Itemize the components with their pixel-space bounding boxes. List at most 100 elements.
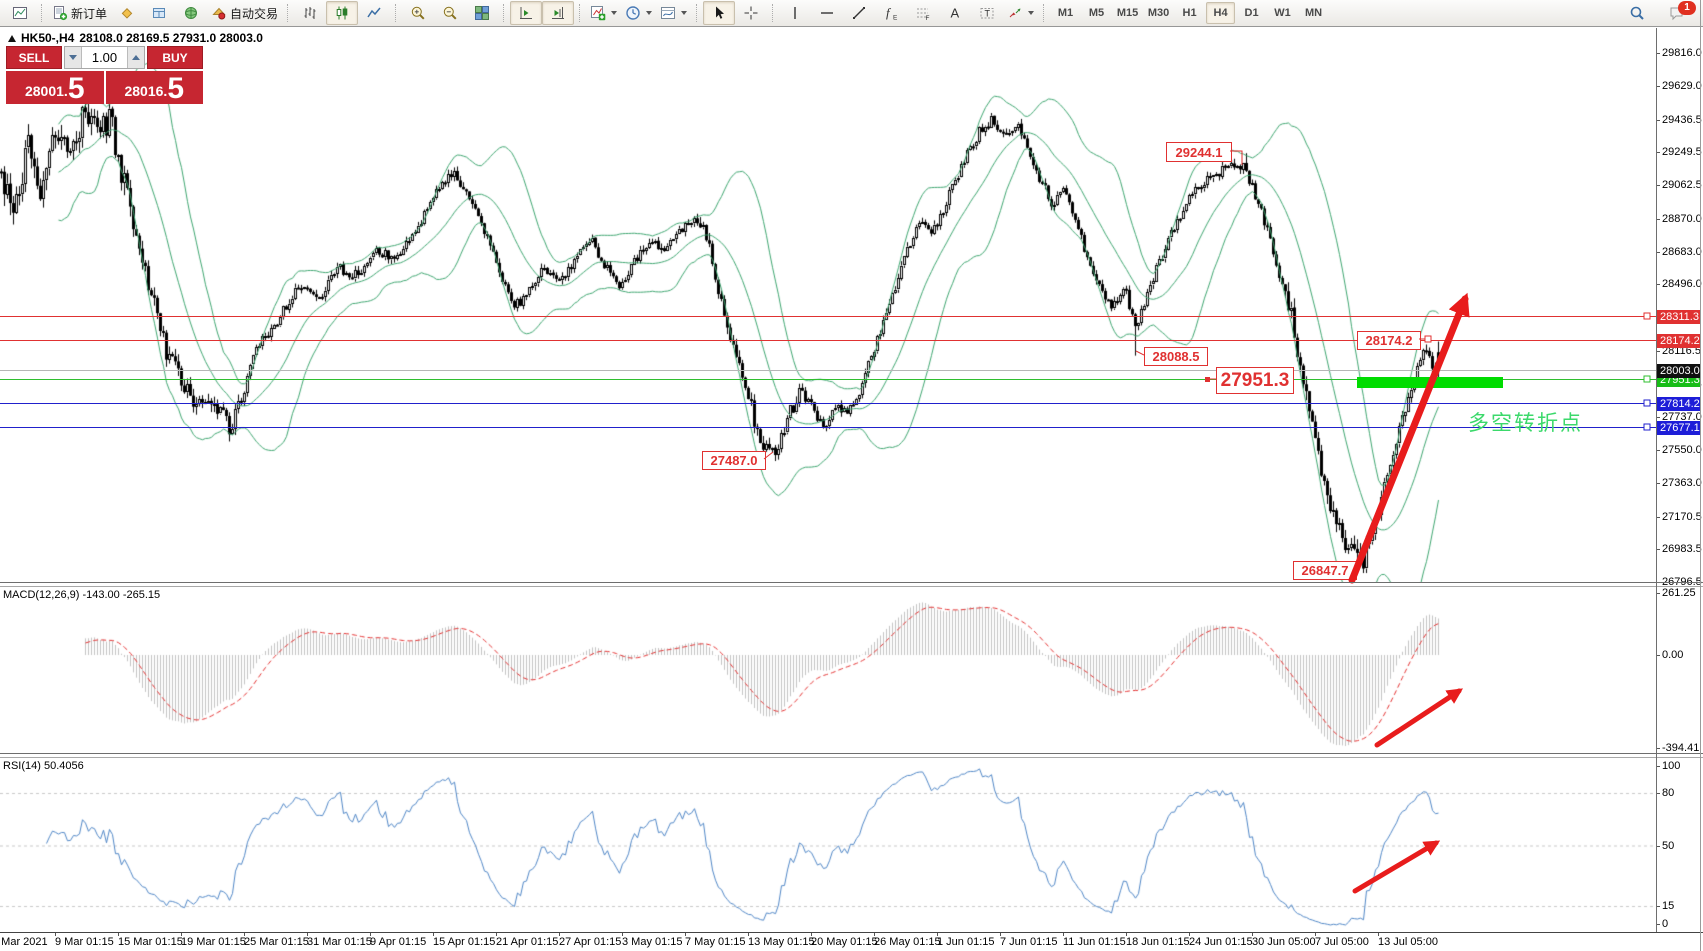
volume-stepper[interactable]: 1.00 (64, 46, 145, 69)
price-axis-badge: 28003.0 (1657, 364, 1701, 378)
price-annotation-label[interactable]: 28088.5 (1144, 347, 1208, 366)
time-axis-label: 26 May 01:15 (874, 936, 941, 948)
triangle-up-icon (132, 55, 140, 60)
time-axis-label: 24 Jun 01:15 (1189, 936, 1253, 948)
rsi-panel-canvas[interactable] (0, 758, 1656, 932)
volume-increase-button[interactable] (127, 47, 144, 68)
time-axis-label: 3 Mar 2021 (0, 936, 48, 948)
price-axis-tick: 28683.0 (1662, 246, 1702, 258)
buy-button[interactable]: BUY (147, 46, 203, 69)
fibonacci-button[interactable]: F (907, 1, 939, 25)
price-level-line-27677.1[interactable] (0, 427, 1656, 429)
crosshair-icon (743, 5, 759, 21)
new-order-button[interactable]: 新订单 (48, 1, 111, 25)
sell-price-display[interactable]: 28001.5 (6, 71, 104, 104)
charts-button[interactable] (4, 1, 36, 25)
chart-shift-button[interactable] (542, 1, 574, 25)
timeframe-h4-button[interactable]: H4 (1206, 2, 1235, 24)
zoom-in-icon (410, 5, 426, 21)
mt4-window: 新订单自动交易fEFATM1M5M15M30H1H4D1W1MN1 HK50-,… (0, 0, 1703, 951)
toolbar-separator (579, 4, 581, 22)
line-chart-button[interactable] (358, 1, 390, 25)
panel-separator[interactable] (0, 753, 1703, 754)
price-axis-badge: 27814.2 (1657, 397, 1701, 411)
price-level-line-27814.2[interactable] (0, 403, 1656, 405)
price-annotation-label[interactable]: 29244.1 (1166, 142, 1232, 162)
time-axis-label: 11 Jun 01:15 (1063, 936, 1126, 948)
terminal-button[interactable] (143, 1, 175, 25)
volume-value[interactable]: 1.00 (82, 47, 127, 68)
autotrading-button[interactable]: 自动交易 (207, 1, 282, 25)
timeframe-m1-button[interactable]: M1 (1051, 2, 1080, 24)
horizontal-line-button[interactable] (811, 1, 843, 25)
timeframe-mn-button[interactable]: MN (1299, 2, 1328, 24)
time-axis-label: 31 Mar 01:15 (307, 936, 372, 948)
chart-shift-icon (550, 5, 566, 21)
metaeditor-button[interactable] (111, 1, 143, 25)
rsi-axis-tick: 80 (1662, 787, 1674, 799)
text-button[interactable]: A (939, 1, 971, 25)
price-annotation-label[interactable]: 27951.3 (1216, 367, 1294, 394)
timeframe-m15-button[interactable]: M15 (1113, 2, 1142, 24)
support-zone-highlight[interactable] (1357, 377, 1503, 388)
volume-decrease-button[interactable] (65, 47, 82, 68)
triangle-down-icon (69, 55, 77, 60)
zoom-in-button[interactable] (402, 1, 434, 25)
pivot-annotation-text[interactable]: 多空转折点 (1468, 407, 1583, 437)
arrows-button[interactable] (1003, 1, 1038, 25)
buy-price-display[interactable]: 28016.5 (106, 71, 204, 104)
notifications-button[interactable]: 1 (1661, 2, 1693, 24)
price-annotation-label[interactable]: 27487.0 (702, 451, 766, 470)
timeframe-h1-button[interactable]: H1 (1175, 2, 1204, 24)
templates-button[interactable] (656, 1, 691, 25)
periods-button[interactable] (621, 1, 656, 25)
toolbar-separator (503, 4, 505, 22)
time-axis-label: 19 Mar 01:15 (181, 936, 246, 948)
hline-icon (819, 5, 835, 21)
price-annotation-label[interactable]: 26847.7 (1293, 561, 1357, 580)
crosshair-button[interactable] (735, 1, 767, 25)
time-axis-label: 1 Jun 01:15 (937, 936, 995, 948)
timeframe-d1-button[interactable]: D1 (1237, 2, 1266, 24)
price-axis-tick: 28496.0 (1662, 278, 1702, 290)
auto-scroll-button[interactable] (510, 1, 542, 25)
price-level-line-28003.0[interactable] (0, 370, 1656, 372)
price-level-line-28311.3[interactable] (0, 316, 1656, 318)
svg-text:E: E (893, 15, 898, 22)
timeframe-m30-button[interactable]: M30 (1144, 2, 1173, 24)
text-label-button[interactable]: T (971, 1, 1003, 25)
trendline-icon (851, 5, 867, 21)
timeframe-m5-button[interactable]: M5 (1082, 2, 1111, 24)
bar-chart-button[interactable] (294, 1, 326, 25)
panel-separator[interactable] (0, 582, 1703, 583)
svg-text:f: f (886, 5, 892, 20)
trendline-button[interactable] (843, 1, 875, 25)
toolbar-separator (696, 4, 698, 22)
indicators-button[interactable] (586, 1, 621, 25)
vertical-line-button[interactable] (779, 1, 811, 25)
candlestick-chart-button[interactable] (326, 1, 358, 25)
equidistant-channel-button[interactable]: fE (875, 1, 907, 25)
macd-panel-canvas[interactable] (0, 587, 1656, 753)
time-axis-label: 15 Apr 01:15 (433, 936, 495, 948)
tile-windows-button[interactable] (466, 1, 498, 25)
cursor-button[interactable] (703, 1, 735, 25)
search-button[interactable] (1621, 1, 1653, 25)
tile-windows-icon (474, 5, 490, 21)
sell-button[interactable]: SELL (6, 46, 62, 69)
macd-axis-tick: 261.25 (1662, 587, 1696, 599)
price-chart-canvas[interactable] (0, 28, 1656, 582)
templates-icon (660, 5, 676, 21)
price-annotation-label[interactable]: 28174.2 (1357, 331, 1421, 350)
timeframe-w1-button[interactable]: W1 (1268, 2, 1297, 24)
dropdown-arrow-icon (646, 11, 652, 15)
svg-text:A: A (951, 6, 960, 21)
price-axis-tick: 27550.0 (1662, 444, 1702, 456)
price-axis-badge: 28174.2 (1657, 334, 1701, 348)
market-watch-icon (151, 5, 167, 21)
toolbar: 新订单自动交易fEFATM1M5M15M30H1H4D1W1MN1 (0, 0, 1703, 27)
time-axis-label: 7 Jul 05:00 (1315, 936, 1369, 948)
strategy-tester-button[interactable] (175, 1, 207, 25)
zoom-out-button[interactable] (434, 1, 466, 25)
time-axis-label: 7 May 01:15 (685, 936, 746, 948)
